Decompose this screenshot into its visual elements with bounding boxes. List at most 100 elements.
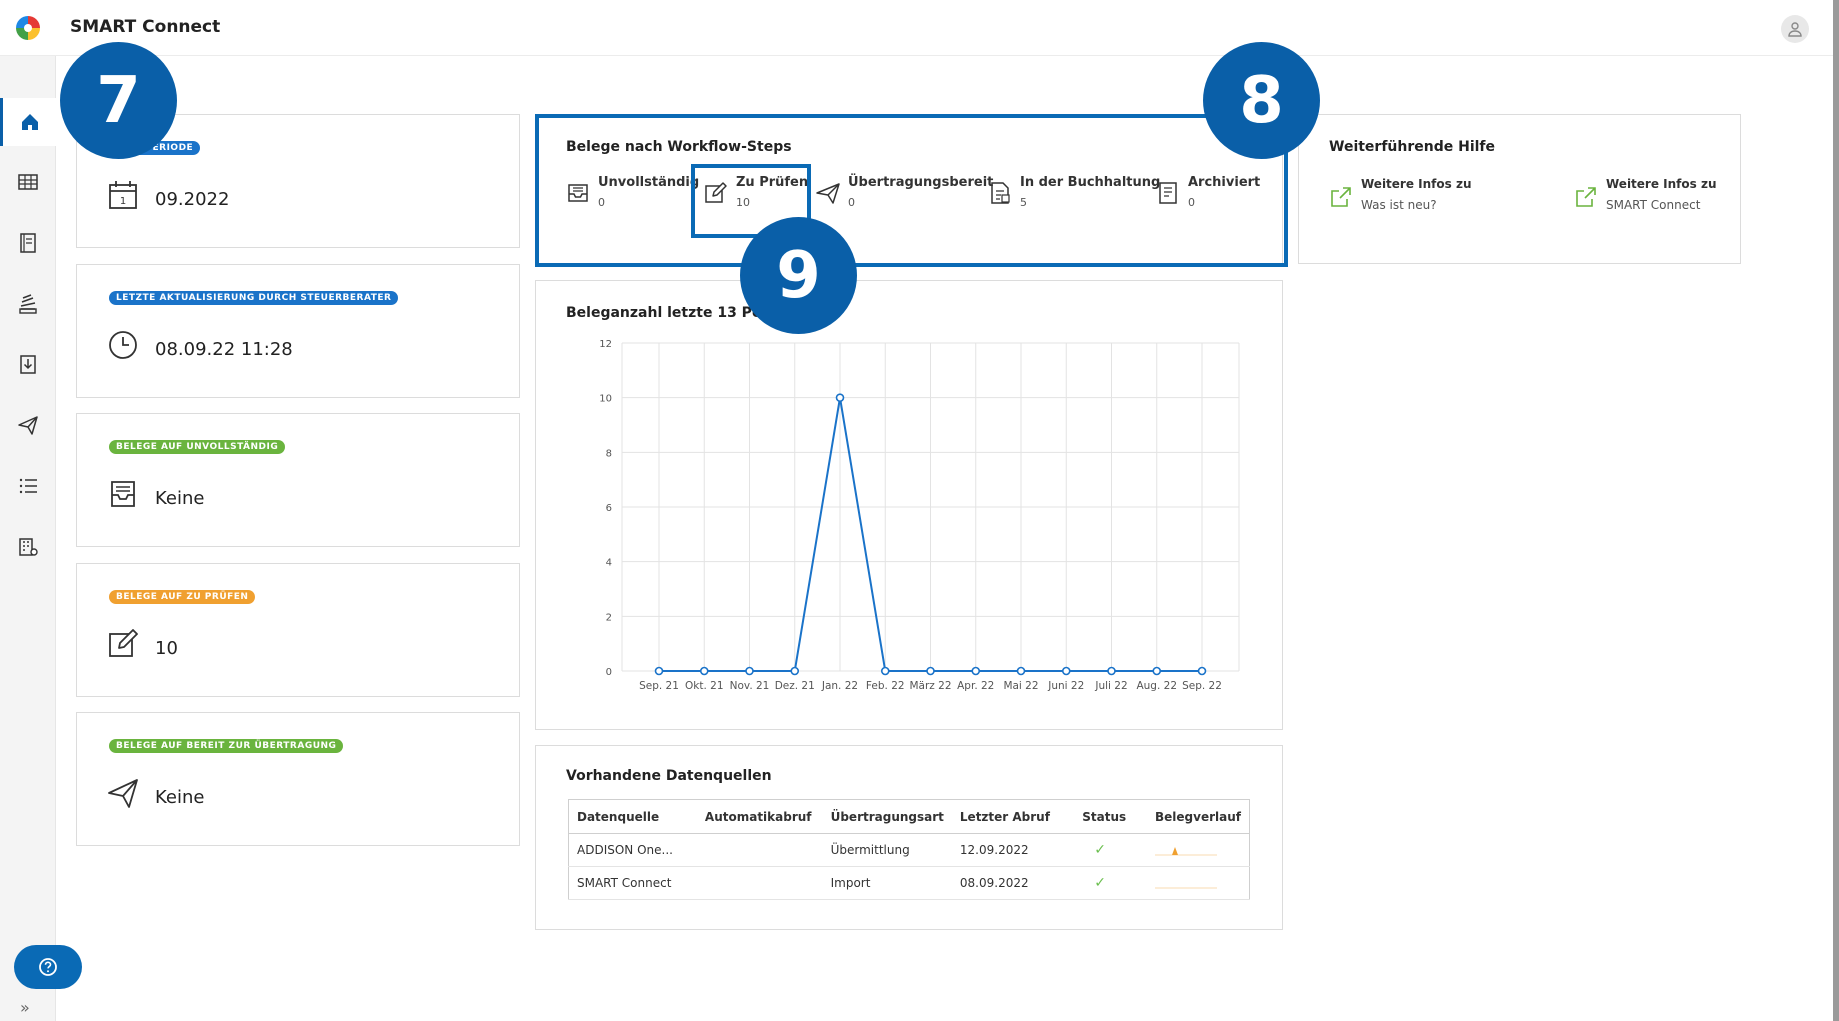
cell-type: Import <box>822 866 952 900</box>
card-value: Keine <box>155 787 205 808</box>
card-value: Keine <box>155 488 205 509</box>
building-settings-icon <box>19 538 38 556</box>
help-link-line1: Weitere Infos zu <box>1606 177 1717 191</box>
data-point <box>1197 666 1207 676</box>
cell-auto <box>696 833 823 867</box>
scrollbar[interactable] <box>1833 0 1839 1021</box>
download-icon <box>20 355 36 374</box>
card-to-review: BELEGE AUF ZU PRÜFEN 10 <box>76 563 520 697</box>
table-row[interactable]: ADDISON One... Übermittlung 12.09.2022 ✓ <box>568 833 1250 867</box>
cell-type: Übermittlung <box>822 833 952 867</box>
x-tick-label: Aug. 22 <box>1136 680 1177 692</box>
column-header[interactable]: Belegverlauf <box>1147 799 1250 834</box>
user-avatar-button[interactable] <box>1781 15 1809 43</box>
data-point <box>1016 666 1026 676</box>
card-incomplete: BELEGE AUF UNVOLLSTÄNDIG Keine <box>76 413 520 547</box>
sidebar-item-home[interactable] <box>0 98 56 146</box>
card-data-sources: Vorhandene Datenquellen Datenquelle Auto… <box>535 745 1283 930</box>
document-icon <box>20 233 36 253</box>
callout-8: 8 <box>1203 42 1320 159</box>
user-icon <box>1788 22 1802 37</box>
column-header[interactable]: Status <box>1074 799 1148 834</box>
help-link-line1: Weitere Infos zu <box>1361 177 1472 191</box>
column-header[interactable]: Übertragungsart <box>822 799 952 834</box>
help-link-whats-new[interactable]: Weitere Infos zu Was ist neu? <box>1329 177 1529 221</box>
sidebar-item-documents[interactable] <box>0 219 56 267</box>
column-header[interactable]: Automatikabruf <box>696 799 823 834</box>
x-tick-label: Jan. 22 <box>821 680 858 692</box>
data-point <box>835 393 845 402</box>
section-title: Weiterführende Hilfe <box>1329 139 1496 155</box>
status-badge: BELEGE AUF ZU PRÜFEN <box>109 590 256 604</box>
x-tick-label: Apr. 22 <box>957 680 994 692</box>
help-link-smart-connect[interactable]: Weitere Infos zu SMART Connect <box>1574 177 1734 221</box>
y-tick-label: 2 <box>606 612 612 623</box>
card-value: 09.2022 <box>155 189 230 210</box>
send-icon <box>108 779 138 808</box>
y-tick-label: 12 <box>599 339 612 350</box>
status-badge: LETZTE AKTUALISIERUNG DURCH STEUERBERATE… <box>109 291 399 305</box>
x-tick-label: Feb. 22 <box>866 680 905 692</box>
highlight-workflow <box>535 114 1288 267</box>
sidebar-item-table[interactable] <box>0 158 56 206</box>
column-header[interactable]: Letzter Abruf <box>951 799 1075 834</box>
y-tick-label: 10 <box>599 394 612 405</box>
svg-text:1: 1 <box>120 196 126 207</box>
send-icon <box>18 416 38 435</box>
edit-icon <box>109 629 138 657</box>
sidebar-item-settings[interactable] <box>0 523 56 571</box>
y-tick-label: 0 <box>606 667 612 678</box>
app-title: SMART Connect <box>70 17 221 37</box>
data-point <box>790 666 800 676</box>
logo-icon[interactable] <box>16 16 40 40</box>
sidebar-expand-button[interactable]: » <box>20 998 30 1017</box>
data-point <box>971 666 981 676</box>
data-point <box>654 666 664 676</box>
cell-last: 12.09.2022 <box>951 833 1075 867</box>
list-icon <box>19 478 37 494</box>
inbox-icon <box>111 481 135 507</box>
check-icon: ✓ <box>1094 842 1106 858</box>
card-further-help: Weiterführende Hilfe Weitere Infos zu Wa… <box>1298 114 1741 264</box>
column-header[interactable]: Datenquelle <box>568 799 697 834</box>
help-link-line2: Was ist neu? <box>1361 198 1437 212</box>
callout-9: 9 <box>740 217 857 334</box>
y-tick-label: 4 <box>606 558 612 569</box>
status-badge: BELEGE AUF UNVOLLSTÄNDIG <box>109 440 286 454</box>
x-tick-label: Mai 22 <box>1003 680 1038 692</box>
data-point <box>1107 666 1116 676</box>
section-title: Vorhandene Datenquellen <box>566 768 772 784</box>
top-bar: SMART Connect <box>0 0 1839 56</box>
data-point <box>745 666 754 676</box>
trend-sparkline <box>1155 887 1218 888</box>
clock-icon <box>109 331 137 359</box>
card-ready-transfer: BELEGE AUF BEREIT ZUR ÜBERTRAGUNG Keine <box>76 712 520 846</box>
data-point <box>926 666 935 676</box>
trend-sparkline <box>1155 846 1218 855</box>
sidebar-item-import[interactable] <box>0 340 56 388</box>
sidebar-item-list[interactable] <box>0 462 56 510</box>
data-point <box>880 666 890 676</box>
card-value: 08.09.22 11:28 <box>155 339 293 360</box>
sidebar-item-transfer[interactable] <box>0 401 56 449</box>
help-button[interactable] <box>14 945 82 989</box>
check-icon: ✓ <box>1094 875 1106 891</box>
x-tick-label: Juni 22 <box>1047 680 1084 692</box>
status-badge: BELEGE AUF BEREIT ZUR ÜBERTRAGUNG <box>109 739 344 753</box>
y-tick-label: 8 <box>606 448 612 459</box>
table-row[interactable]: SMART Connect Import 08.09.2022 ✓ <box>568 866 1250 900</box>
card-value: 10 <box>155 638 178 659</box>
calendar-icon: 1 <box>109 181 137 209</box>
home-icon <box>21 114 38 130</box>
data-point <box>1152 666 1162 676</box>
line-chart: 0 2 4 6 8 10 12 Sep. 21 Okt. 21 Nov. 21 Dez. 21 Jan… <box>599 339 1240 692</box>
help-link-line2: SMART Connect <box>1606 198 1701 212</box>
x-tick-label: Juli 22 <box>1094 680 1127 692</box>
callout-7: 7 <box>60 42 177 159</box>
app-frame: SMART Connect » ELLE PERIODE 1 09.2022 L… <box>0 0 1839 1021</box>
y-tick-label: 6 <box>606 503 612 514</box>
card-last-update: LETZTE AKTUALISIERUNG DURCH STEUERBERATE… <box>76 264 520 398</box>
x-tick-label: Nov. 21 <box>730 680 770 692</box>
sidebar-item-stack[interactable] <box>0 280 56 328</box>
cell-auto <box>696 866 823 900</box>
